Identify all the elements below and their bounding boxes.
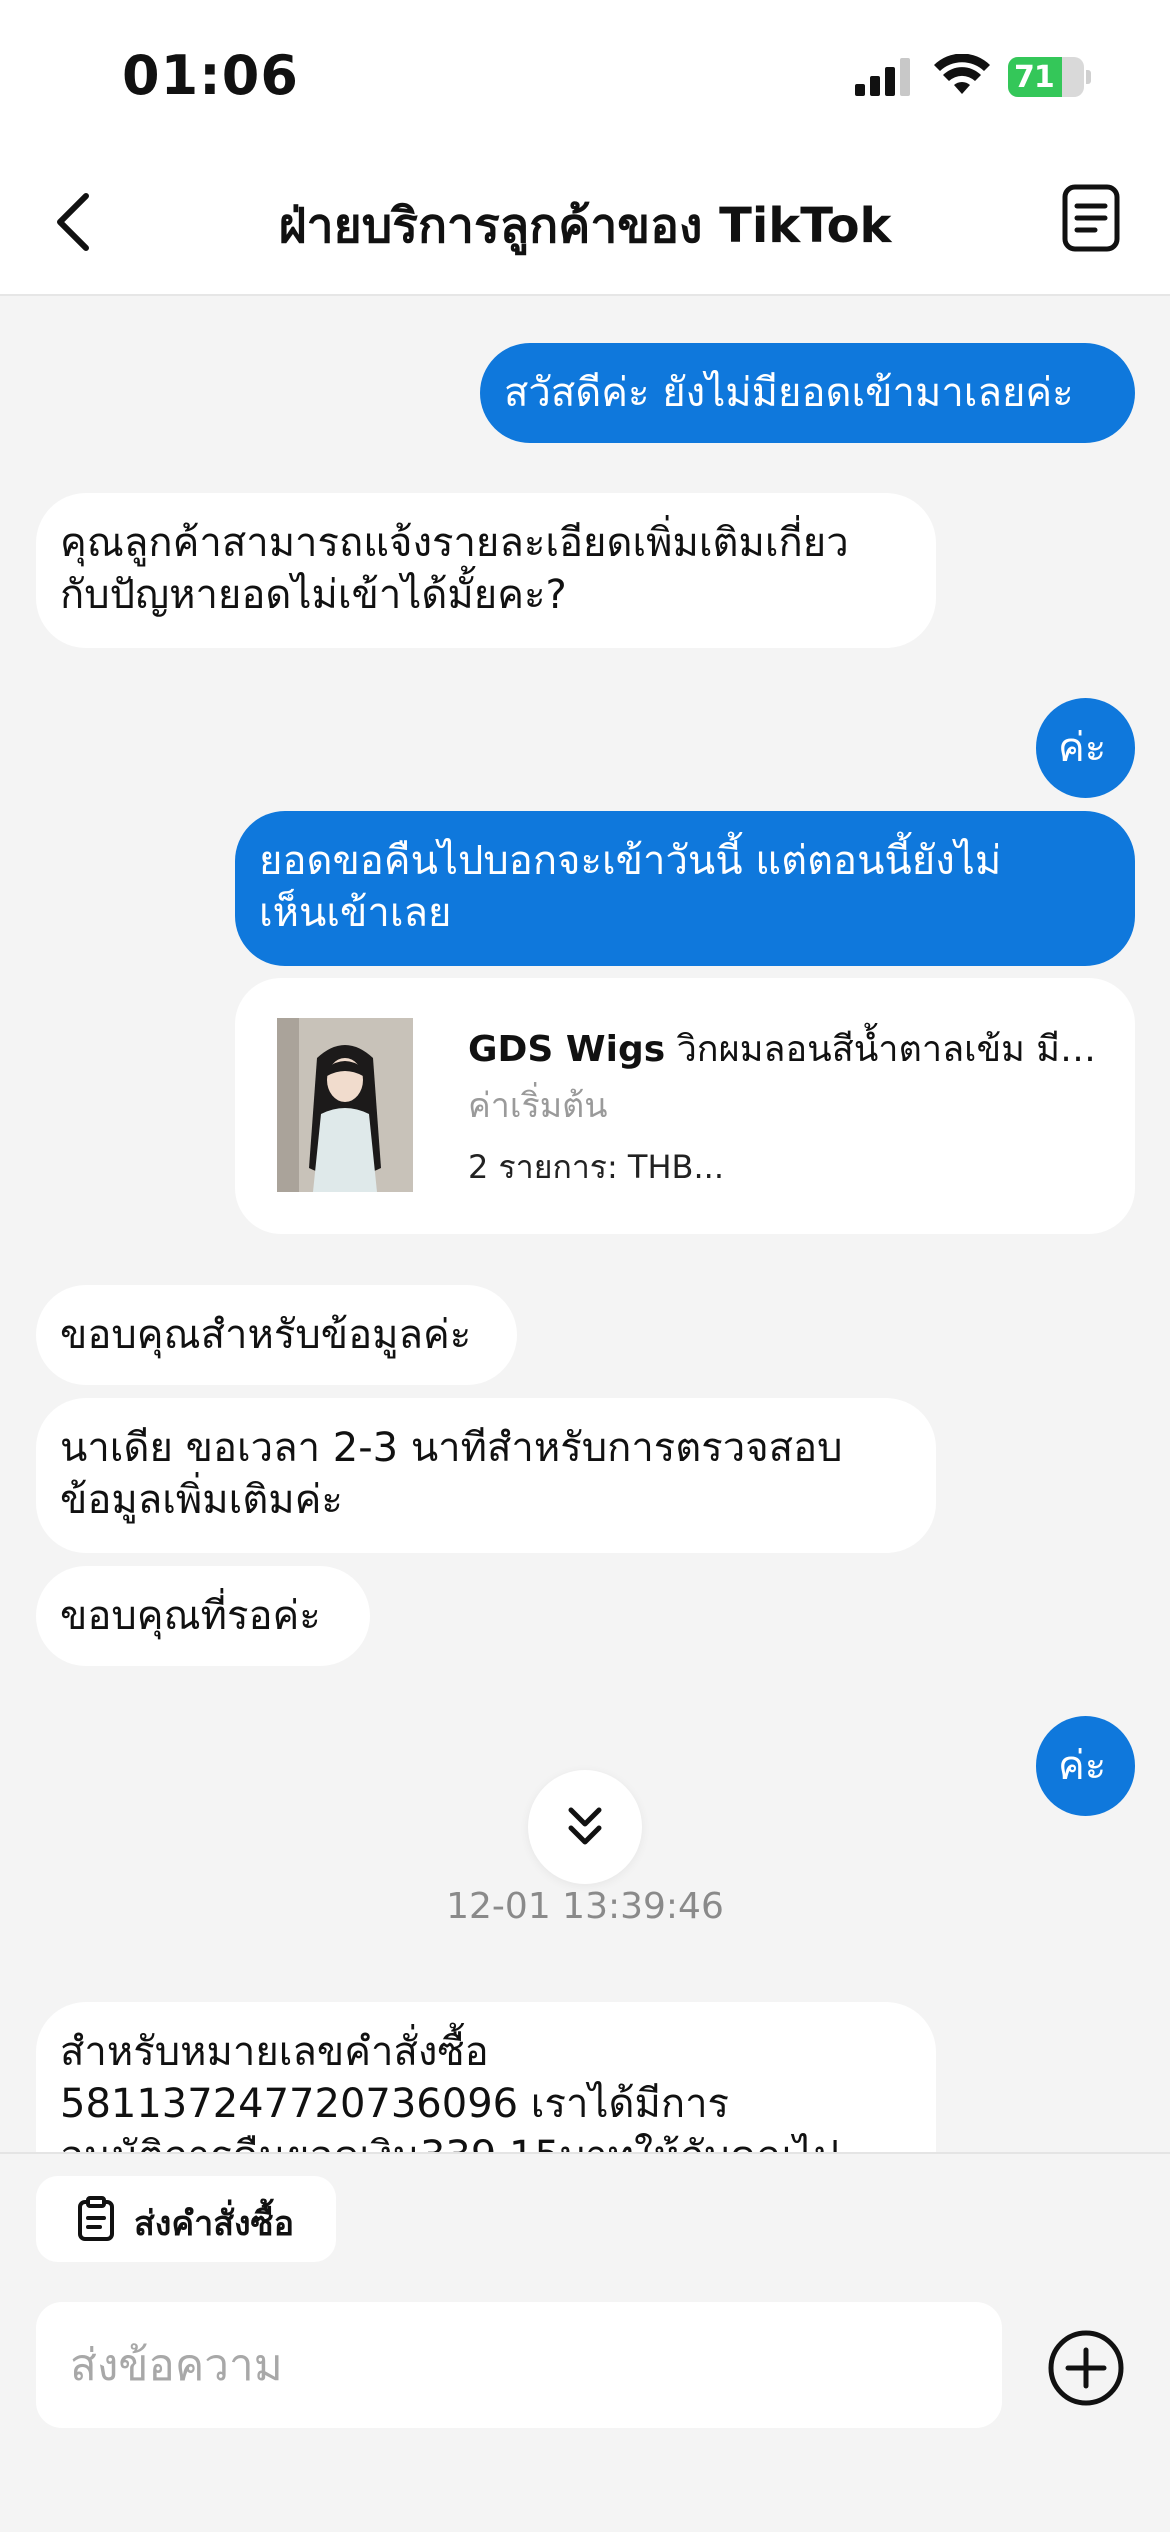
- chevron-left-icon[interactable]: [48, 186, 96, 258]
- message-bubble-sent[interactable]: สวัสดีค่ะ ยังไม่มียอดเข้ามาเลยค่ะ: [480, 343, 1135, 443]
- message-bubble-sent[interactable]: ค่ะ: [1036, 1716, 1135, 1816]
- message-bubble-received[interactable]: คุณลูกค้าสามารถแจ้งรายละเอียดเพิ่มเติมเก…: [36, 493, 936, 648]
- page-title: ฝ่ายบริการลูกค้าของ TikTok: [278, 198, 892, 254]
- status-bar: 01:06 71: [0, 0, 1170, 150]
- battery-level: 71: [1014, 60, 1055, 95]
- message-line: สำหรับหมายเลขคำสั่งซื้อ: [60, 2029, 489, 2075]
- clipboard-icon: [78, 2196, 114, 2241]
- product-card[interactable]: GDS Wigs วิกผมลอนสีน้ำตาลเข้ม มีหน้าม้า …: [235, 978, 1135, 1234]
- chat-footer: ส่งคำสั่งซื้อ: [0, 2152, 1170, 2532]
- message-bubble-received[interactable]: นาเดีย ขอเวลา 2-3 นาทีสำหรับการตรวจสอบ ข…: [36, 1398, 936, 1553]
- message-bubble-received[interactable]: สำหรับหมายเลขคำสั่งซื้อ 5811372477207360…: [36, 2002, 936, 2152]
- document-icon[interactable]: [1060, 182, 1122, 254]
- message-line: คุณลูกค้าสามารถแจ้งรายละเอียดเพิ่มเติมเก…: [60, 520, 849, 566]
- message-line: ยอดขอคืนไปบอกจะเข้าวันนี้ แต่ตอนนี้ยังไม…: [259, 838, 1002, 884]
- status-time: 01:06: [122, 44, 299, 107]
- wifi-icon: [934, 54, 990, 94]
- message-line: กับปัญหายอดไม่เข้าได้มั้ยคะ?: [60, 572, 567, 618]
- message-bubble-received[interactable]: ขอบคุณที่รอค่ะ: [36, 1566, 370, 1666]
- plus-circle-icon[interactable]: [1046, 2328, 1126, 2408]
- message-text: ค่ะ: [1058, 1743, 1107, 1789]
- message-bubble-received[interactable]: ขอบคุณสำหรับข้อมูลค่ะ: [36, 1285, 517, 1385]
- message-line: ข้อมูลเพิ่มเติมค่ะ: [60, 1477, 343, 1523]
- double-chevron-down-icon: [568, 1807, 602, 1845]
- product-title: GDS Wigs วิกผมลอนสีน้ำตาลเข้ม มีหน้าม้า: [468, 1020, 1113, 1077]
- message-line: อนุมัติการคืนยอดเงิน339.15บาทให้กับคุณไป: [60, 2130, 912, 2152]
- message-bubble-sent[interactable]: ค่ะ: [1036, 698, 1135, 798]
- product-items: 2 รายการ: THB...: [468, 1148, 724, 1186]
- message-input[interactable]: [36, 2302, 1002, 2428]
- message-bubble-sent[interactable]: ยอดขอคืนไปบอกจะเข้าวันนี้ แต่ตอนนี้ยังไม…: [235, 811, 1135, 966]
- send-order-button[interactable]: ส่งคำสั่งซื้อ: [36, 2176, 336, 2262]
- product-variant: ค่าเริ่มต้น: [468, 1086, 608, 1126]
- product-name: วิกผมลอนสีน้ำตาลเข้ม มีหน้าม้า: [676, 1029, 1113, 1070]
- message-line: 581137247720736096 เราได้มีการ: [60, 2081, 730, 2127]
- message-line: เห็นเข้าเลย: [259, 890, 452, 936]
- send-order-label: ส่งคำสั่งซื้อ: [134, 2204, 295, 2244]
- message-timestamp: 12-01 13:39:46: [446, 1886, 724, 1927]
- scroll-to-bottom-button[interactable]: [528, 1770, 642, 1884]
- chat-header: ฝ่ายบริการลูกค้าของ TikTok: [0, 150, 1170, 296]
- cellular-signal-icon: [855, 58, 910, 96]
- message-line: นาเดีย ขอเวลา 2-3 นาทีสำหรับการตรวจสอบ: [60, 1425, 843, 1471]
- battery-icon: 71: [1008, 57, 1091, 97]
- message-text: ค่ะ: [1058, 725, 1107, 771]
- message-text: สวัสดีค่ะ ยังไม่มียอดเข้ามาเลยค่ะ: [504, 370, 1074, 416]
- product-image: [277, 1018, 413, 1192]
- message-text: ขอบคุณที่รอค่ะ: [60, 1593, 321, 1639]
- product-brand: GDS Wigs: [468, 1029, 666, 1070]
- message-text: ขอบคุณสำหรับข้อมูลค่ะ: [60, 1312, 472, 1358]
